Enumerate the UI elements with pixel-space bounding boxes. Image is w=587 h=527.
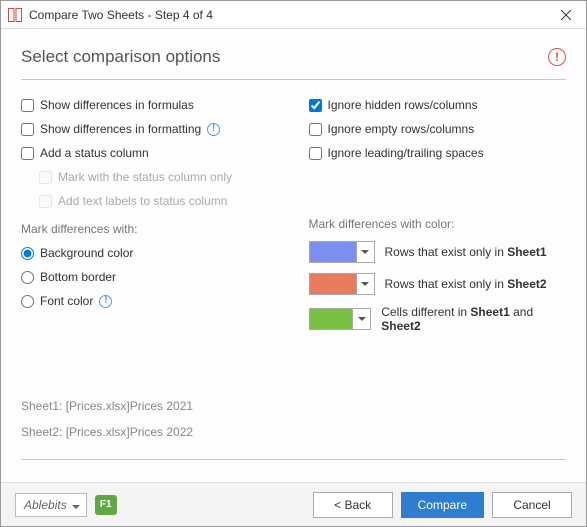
info-icon[interactable]: ! — [99, 295, 112, 308]
chevron-down-icon[interactable] — [352, 309, 370, 329]
checkbox-input[interactable] — [21, 147, 34, 160]
checkbox-label: Mark with the status column only — [58, 170, 232, 184]
sheet2-info: Sheet2: [Prices.xlsx]Prices 2022 — [21, 425, 566, 439]
checkbox-ignore-hidden[interactable]: Ignore hidden rows/columns — [309, 98, 567, 112]
text: Cells different in — [381, 305, 470, 319]
checkbox-ignore-empty[interactable]: Ignore empty rows/columns — [309, 122, 567, 136]
color-row-sheet2: Rows that exist only in Sheet2 — [309, 273, 567, 295]
chevron-down-icon[interactable] — [356, 242, 374, 262]
content-area: Select comparison options ! Show differe… — [1, 29, 586, 482]
text: Rows that exist only in — [385, 277, 508, 291]
color-picker-cells[interactable] — [309, 308, 372, 330]
checkbox-input — [39, 195, 52, 208]
window-title: Compare Two Sheets - Step 4 of 4 — [29, 8, 546, 22]
warning-icon[interactable]: ! — [548, 48, 566, 66]
left-column: Show differences in formulas Show differ… — [21, 98, 279, 333]
close-button[interactable] — [546, 1, 586, 29]
checkbox-diff-formulas[interactable]: Show differences in formulas — [21, 98, 279, 112]
color-row-cells: Cells different in Sheet1 and Sheet2 — [309, 305, 567, 333]
checkbox-label: Add text labels to status column — [58, 194, 227, 208]
brand-label: Ablebits — [24, 498, 67, 512]
text-bold: Sheet1 — [507, 245, 546, 259]
checkbox-status-labels: Add text labels to status column — [39, 194, 279, 208]
info-icon[interactable]: ! — [207, 123, 220, 136]
brand-dropdown[interactable]: Ablebits — [15, 493, 87, 517]
radio-input[interactable] — [21, 295, 34, 308]
color-picker-sheet2[interactable] — [309, 273, 375, 295]
radio-input[interactable] — [21, 247, 34, 260]
chevron-down-icon — [72, 498, 80, 512]
checkbox-label: Ignore empty rows/columns — [328, 122, 475, 136]
divider-top — [21, 79, 566, 80]
color-desc: Rows that exist only in Sheet1 — [385, 245, 547, 259]
checkbox-input[interactable] — [309, 99, 322, 112]
checkbox-label: Ignore leading/trailing spaces — [328, 146, 484, 160]
checkbox-label: Ignore hidden rows/columns — [328, 98, 478, 112]
checkbox-input[interactable] — [21, 123, 34, 136]
footer: Ablebits F1 < Back Compare Cancel — [1, 482, 586, 526]
radio-font-color[interactable]: Font color ! — [21, 294, 279, 308]
back-button[interactable]: < Back — [313, 492, 393, 518]
text: Rows that exist only in — [385, 245, 508, 259]
checkbox-label: Add a status column — [40, 146, 149, 160]
right-column: Ignore hidden rows/columns Ignore empty … — [309, 98, 567, 333]
help-f1-button[interactable]: F1 — [95, 495, 117, 515]
color-desc: Cells different in Sheet1 and Sheet2 — [381, 305, 566, 333]
checkbox-label: Show differences in formatting — [40, 122, 201, 136]
text-bold: Sheet2 — [507, 277, 546, 291]
header-row: Select comparison options ! — [21, 47, 566, 67]
radio-background-color[interactable]: Background color — [21, 246, 279, 260]
color-desc: Rows that exist only in Sheet2 — [385, 277, 547, 291]
checkbox-ignore-spaces[interactable]: Ignore leading/trailing spaces — [309, 146, 567, 160]
checkbox-input[interactable] — [309, 123, 322, 136]
color-swatch — [310, 274, 356, 294]
radio-label: Background color — [40, 246, 133, 260]
checkbox-add-status[interactable]: Add a status column — [21, 146, 279, 160]
color-swatch — [310, 242, 356, 262]
mark-with-label: Mark differences with: — [21, 222, 279, 236]
checkbox-input — [39, 171, 52, 184]
radio-input[interactable] — [21, 271, 34, 284]
page-title: Select comparison options — [21, 47, 220, 67]
sheet-info: Sheet1: [Prices.xlsx]Prices 2021 Sheet2:… — [21, 399, 566, 451]
radio-bottom-border[interactable]: Bottom border — [21, 270, 279, 284]
checkbox-input[interactable] — [21, 99, 34, 112]
cancel-button[interactable]: Cancel — [492, 492, 572, 518]
checkbox-input[interactable] — [309, 147, 322, 160]
radio-label: Bottom border — [40, 270, 116, 284]
titlebar: Compare Two Sheets - Step 4 of 4 — [1, 1, 586, 29]
text: and — [510, 305, 533, 319]
text-bold: Sheet1 — [470, 305, 509, 319]
text-bold: Sheet2 — [381, 319, 420, 333]
chevron-down-icon[interactable] — [356, 274, 374, 294]
checkbox-status-only: Mark with the status column only — [39, 170, 279, 184]
divider-bottom — [21, 459, 566, 460]
mark-color-label: Mark differences with color: — [309, 217, 567, 231]
radio-label: Font color — [40, 294, 93, 308]
sheet1-info: Sheet1: [Prices.xlsx]Prices 2021 — [21, 399, 566, 413]
app-icon — [7, 7, 23, 23]
compare-button[interactable]: Compare — [401, 492, 484, 518]
checkbox-diff-formatting[interactable]: Show differences in formatting ! — [21, 122, 279, 136]
options-columns: Show differences in formulas Show differ… — [21, 98, 566, 333]
color-rows: Rows that exist only in Sheet1 Rows that… — [309, 241, 567, 333]
color-swatch — [310, 309, 353, 329]
close-icon — [561, 10, 571, 20]
checkbox-label: Show differences in formulas — [40, 98, 194, 112]
color-picker-sheet1[interactable] — [309, 241, 375, 263]
color-row-sheet1: Rows that exist only in Sheet1 — [309, 241, 567, 263]
